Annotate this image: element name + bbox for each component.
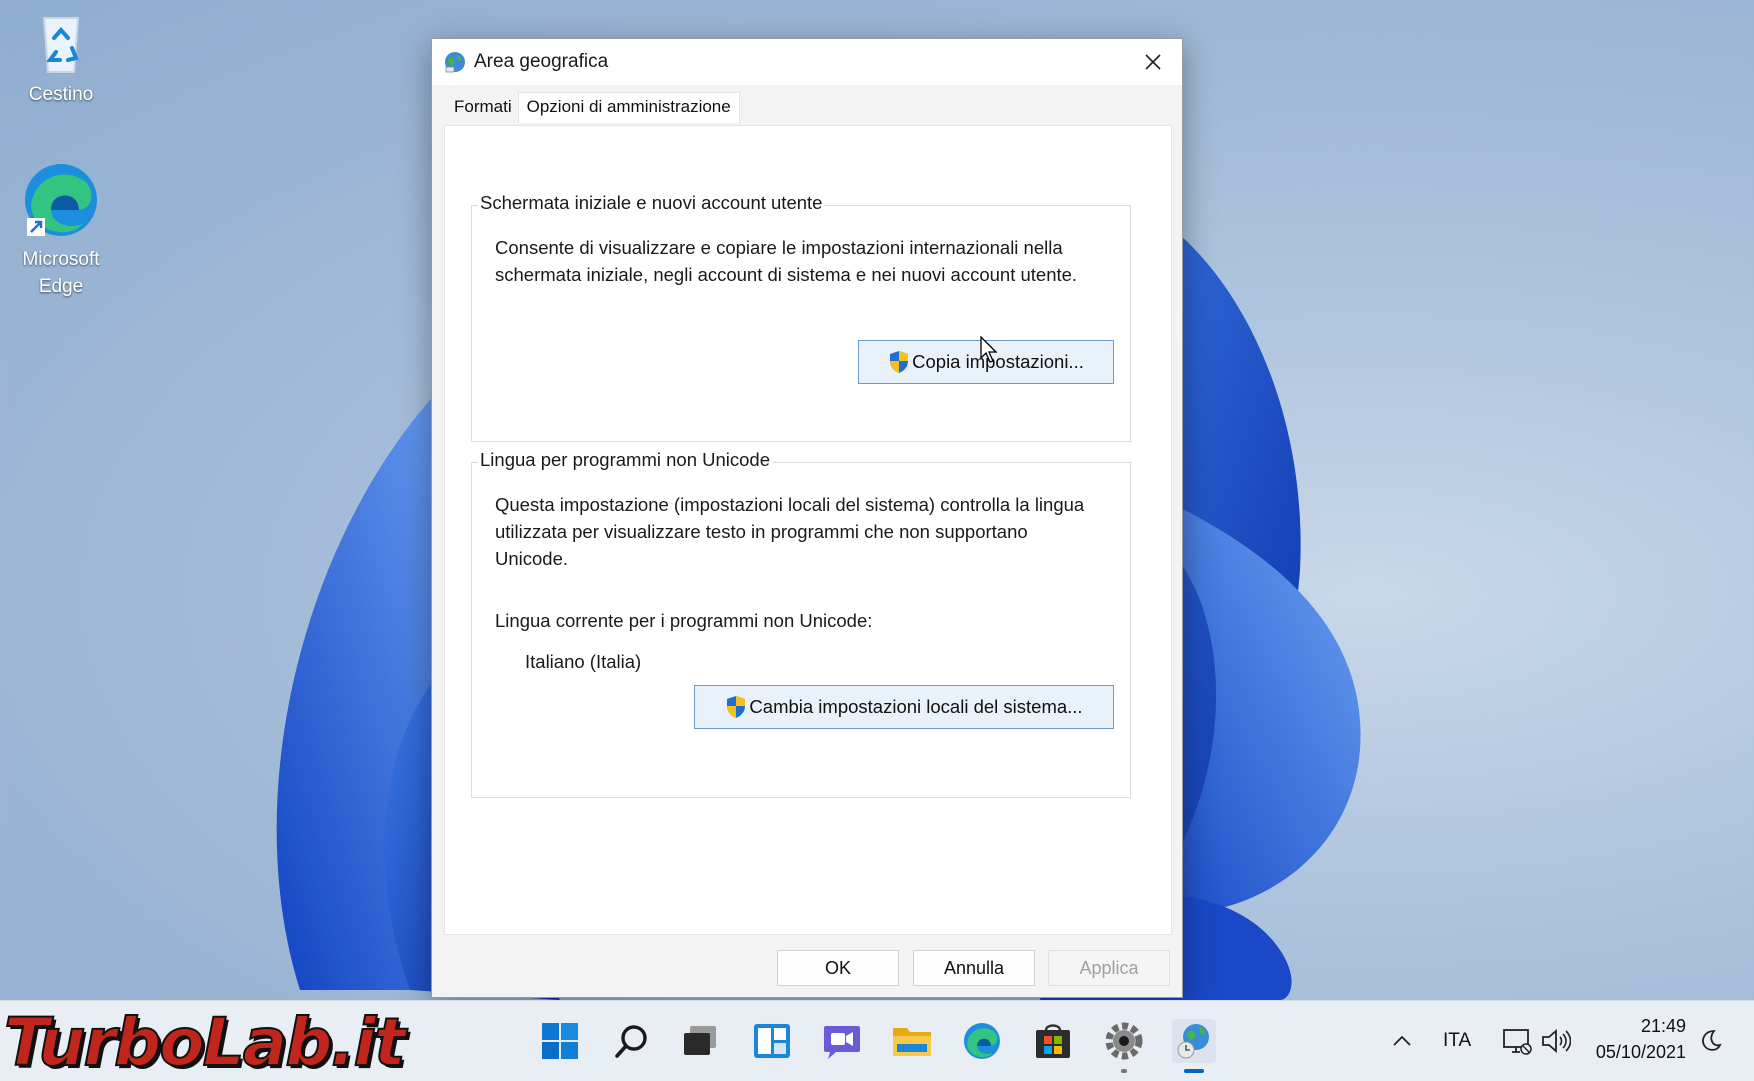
desktop-icon-label: Cestino <box>28 84 94 105</box>
tab-bar: Formati Opzioni di amministrazione <box>448 92 740 123</box>
tab-formati[interactable]: Formati <box>448 93 518 123</box>
settings-icon <box>1105 1022 1143 1060</box>
moon-icon <box>1702 1030 1722 1051</box>
description-line: Consente di visualizzare e copiare le im… <box>495 237 1063 258</box>
desktop-icon-label: Microsoft Edge <box>22 249 100 297</box>
store-icon <box>1036 1024 1070 1058</box>
description-line: Questa impostazione (impostazioni locali… <box>495 494 1085 515</box>
store-button[interactable] <box>1031 1019 1075 1063</box>
focus-assist-button[interactable] <box>1698 1019 1724 1063</box>
volume-icon <box>1542 1029 1571 1053</box>
desktop-icon-recycle-bin[interactable]: Cestino <box>6 8 116 106</box>
tab-panel-admin: Schermata iniziale e nuovi account utent… <box>444 125 1172 935</box>
welcome-screen-group: Schermata iniziale e nuovi account utent… <box>471 192 1131 442</box>
task-view-icon <box>684 1026 716 1055</box>
group-description: Questa impostazione (impostazioni locali… <box>495 491 1084 572</box>
file-explorer-button[interactable] <box>890 1019 934 1063</box>
region-taskbar-button[interactable] <box>1172 1019 1216 1073</box>
apply-button[interactable]: Applica <box>1048 950 1170 986</box>
search-icon <box>615 1025 647 1058</box>
cancel-button[interactable]: Annulla <box>913 950 1035 986</box>
change-system-locale-button[interactable]: Cambia impostazioni locali del sistema..… <box>694 685 1114 729</box>
current-language-value: Italiano (Italia) <box>525 651 642 672</box>
current-language-label: Lingua corrente per i programmi non Unic… <box>495 610 873 631</box>
watermark-logo: TurboLab.it <box>3 1003 407 1081</box>
clock-time: 21:49 <box>1640 1016 1686 1036</box>
clock-date: 05/10/2021 <box>1595 1042 1686 1062</box>
button-label: Cambia impostazioni locali del sistema..… <box>749 696 1083 717</box>
active-indicator <box>1184 1069 1204 1073</box>
description-line: utilizzata per visualizzare testo in pro… <box>495 521 1028 542</box>
start-button[interactable] <box>538 1019 582 1063</box>
file-explorer-icon <box>893 1028 931 1056</box>
uac-shield-icon <box>727 696 746 718</box>
network-button[interactable] <box>1495 1019 1539 1063</box>
task-view-button[interactable] <box>678 1019 722 1063</box>
show-hidden-icons-button[interactable] <box>1380 1019 1424 1063</box>
input-language-indicator[interactable]: ITA <box>1443 1030 1471 1052</box>
search-button[interactable] <box>610 1019 654 1063</box>
edge-taskbar-button[interactable] <box>960 1019 1004 1063</box>
group-title: Schermata iniziale e nuovi account utent… <box>478 192 825 214</box>
start-icon <box>542 1023 578 1059</box>
description-line: schermata iniziale, negli account di sis… <box>495 264 1078 285</box>
widgets-button[interactable] <box>750 1019 794 1063</box>
close-icon <box>1145 54 1161 70</box>
edge-icon <box>21 160 101 240</box>
chevron-up-icon <box>1393 1035 1411 1046</box>
edge-icon <box>964 1023 1000 1059</box>
settings-button[interactable] <box>1102 1019 1146 1073</box>
widgets-icon <box>754 1024 790 1058</box>
volume-button[interactable] <box>1534 1019 1578 1063</box>
title-bar[interactable]: Area geografica <box>432 39 1182 85</box>
network-icon <box>1503 1029 1532 1055</box>
clock[interactable]: 21:49 05/10/2021 <box>1590 1013 1686 1065</box>
tab-opzioni-amministrazione[interactable]: Opzioni di amministrazione <box>517 92 740 123</box>
region-globe-icon <box>1177 1024 1209 1059</box>
group-title: Lingua per programmi non Unicode <box>478 449 773 471</box>
chat-button[interactable] <box>820 1019 864 1063</box>
close-button[interactable] <box>1136 46 1170 78</box>
non-unicode-group: Lingua per programmi non Unicode Questa … <box>471 449 1131 798</box>
mouse-cursor-icon <box>980 336 998 363</box>
dialog-title: Area geografica <box>474 51 609 72</box>
ok-button[interactable]: OK <box>777 950 899 986</box>
description-line: Unicode. <box>495 548 569 569</box>
desktop-icon-edge[interactable]: Microsoft Edge <box>6 160 116 300</box>
recycle-bin-icon <box>26 8 96 78</box>
running-indicator <box>1121 1069 1127 1073</box>
group-description: Consente di visualizzare e copiare le im… <box>495 234 1077 288</box>
uac-shield-icon <box>890 351 909 373</box>
region-globe-icon <box>444 51 466 73</box>
chat-icon <box>824 1026 860 1059</box>
region-dialog: Area geografica Formati Opzioni di ammin… <box>431 38 1183 998</box>
